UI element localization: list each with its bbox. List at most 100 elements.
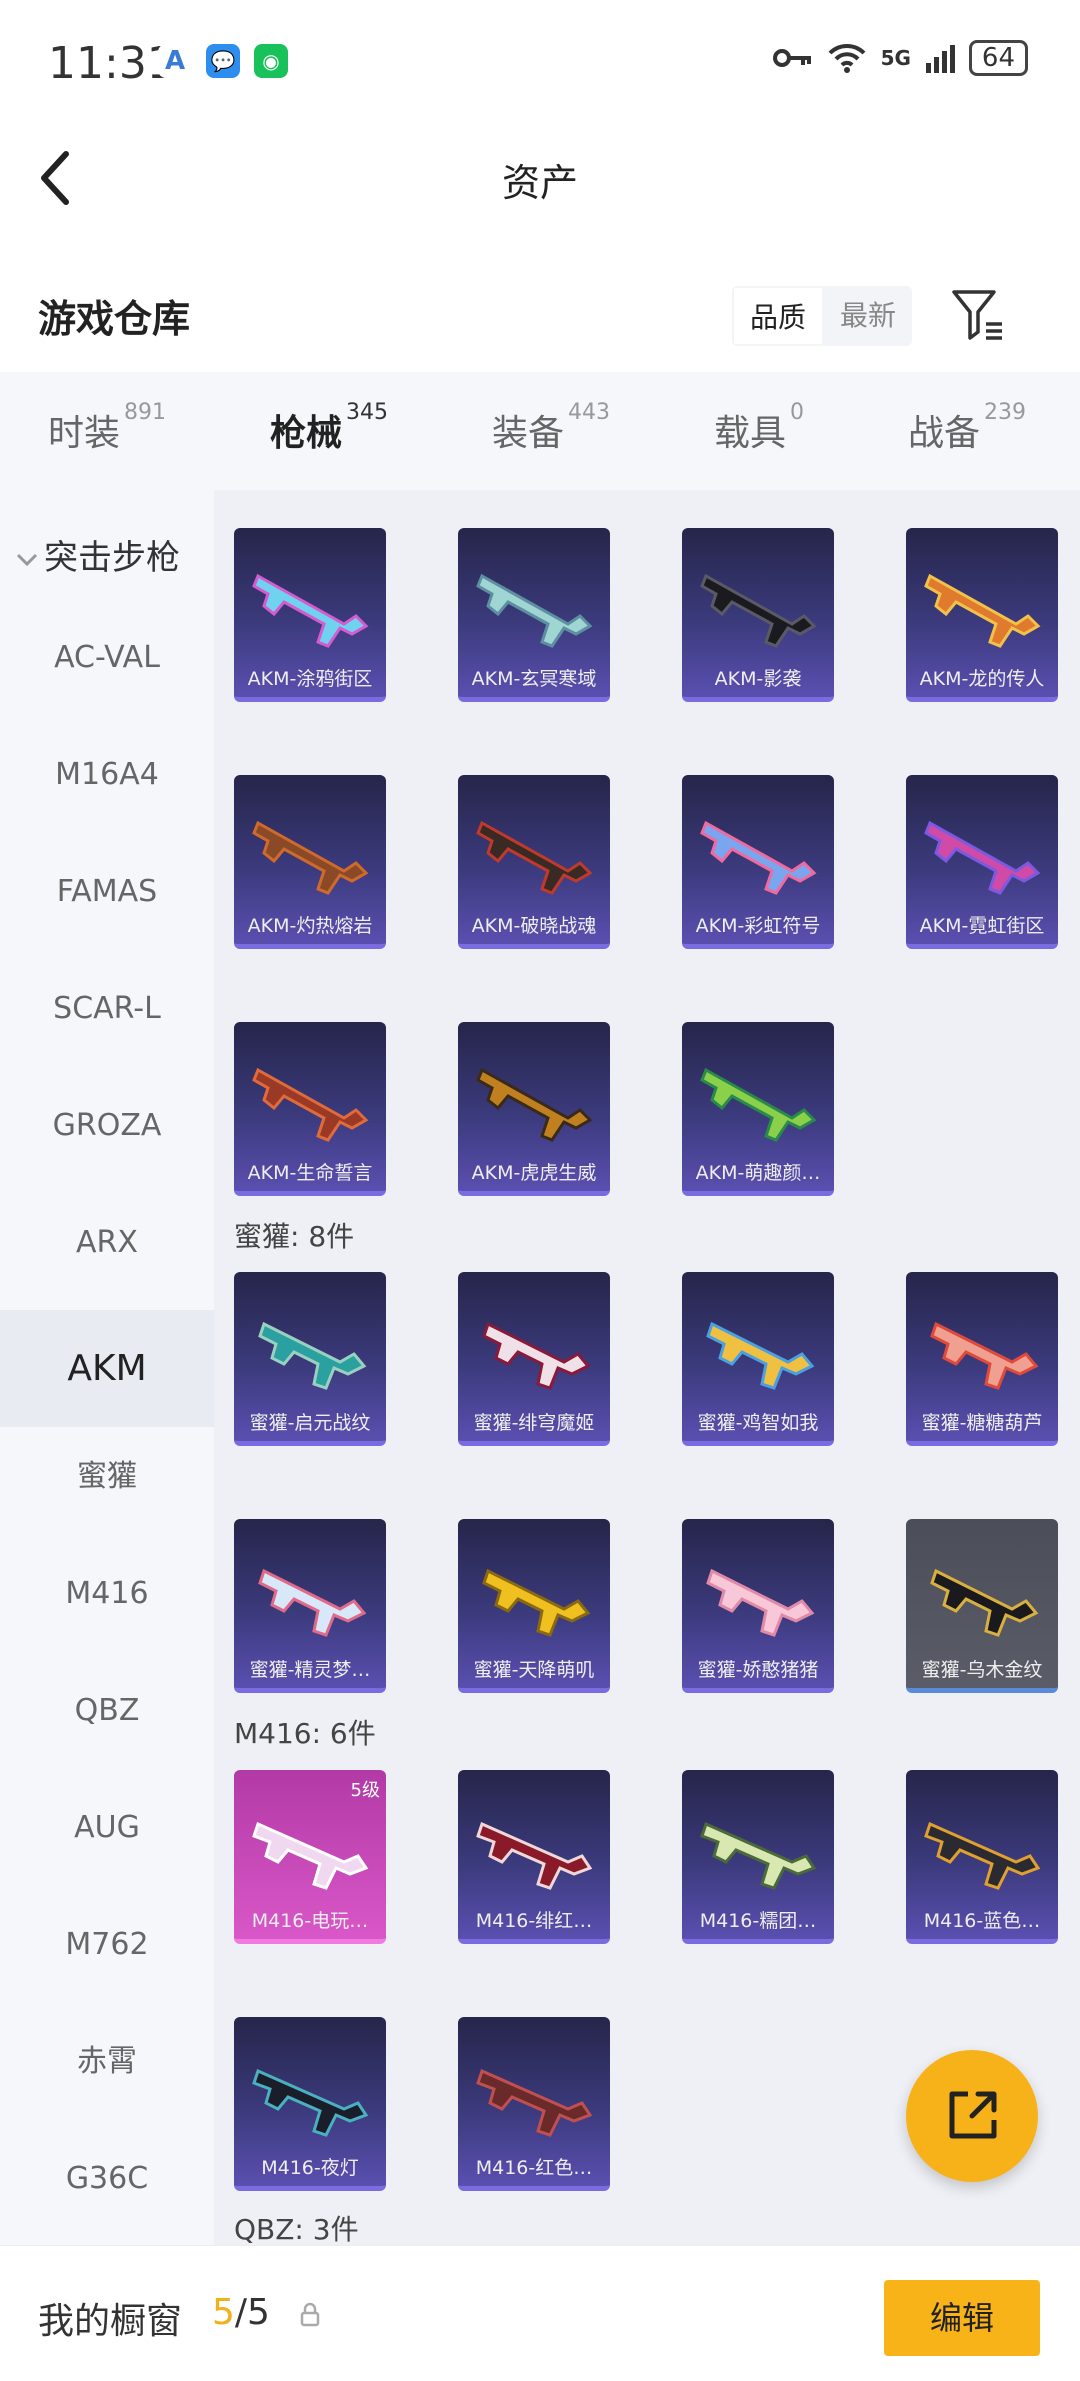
share-icon (949, 2091, 997, 2139)
skin-card[interactable]: 5级 M416-电玩… (234, 1770, 386, 1944)
rifle-icon (924, 820, 1041, 895)
lock-icon (300, 2302, 320, 2327)
skin-card[interactable]: AKM-萌趣颜… (682, 1022, 834, 1196)
skin-card[interactable]: 蜜獾-糖糖葫芦 (906, 1272, 1058, 1446)
app-a-icon: A (158, 44, 192, 78)
skin-card[interactable]: AKM-玄冥寒域 (458, 528, 610, 702)
rifle-icon (476, 820, 593, 895)
skin-name: AKM-灼热熔岩 (247, 915, 373, 937)
sidebar-item-chixiao[interactable]: 赤霄 (0, 2032, 214, 2092)
skin-name: 蜜獾-糖糖葫芦 (921, 1412, 1043, 1434)
rifle-icon (706, 1321, 815, 1390)
skin-card[interactable]: 蜜獾-精灵梦… (234, 1519, 386, 1693)
sort-quality-button[interactable]: 品质 (732, 286, 825, 346)
skin-card[interactable]: AKM-涂鸦街区 (234, 528, 386, 702)
rifle-icon (252, 573, 369, 648)
tab-equipment[interactable]: 装备443 (492, 400, 610, 456)
rifle-icon (476, 1067, 593, 1142)
chevron-down-icon (16, 553, 38, 566)
sidebar-item-famas[interactable]: FAMAS (0, 862, 214, 922)
rifle-icon (924, 1821, 1041, 1890)
edit-button[interactable]: 编辑 (884, 2280, 1040, 2356)
skin-name: 蜜獾-天降萌叽 (473, 1659, 595, 1681)
rifle-icon (700, 820, 817, 895)
skin-card[interactable]: AKM-灼热熔岩 (234, 775, 386, 949)
skin-card[interactable]: 蜜獾-绯穹魔姬 (458, 1272, 610, 1446)
weapon-sidebar: 突击步枪 AC-VAL M16A4 FAMAS SCAR-L GROZA ARX… (0, 490, 214, 2245)
app-header: 资产 (0, 120, 1080, 230)
skin-name: AKM-彩虹符号 (695, 915, 821, 937)
skin-card[interactable]: 蜜獾-鸡智如我 (682, 1272, 834, 1446)
tab-label: 装备 (492, 413, 565, 454)
skin-card[interactable]: 蜜獾-娇憨猪猪 (682, 1519, 834, 1693)
sort-latest-button[interactable]: 最新 (824, 286, 912, 346)
wechat-icon: ◉ (254, 44, 288, 78)
sidebar-item-qbz[interactable]: QBZ (0, 1681, 214, 1741)
skin-card[interactable]: AKM-影袭 (682, 528, 834, 702)
skin-card[interactable]: AKM-彩虹符号 (682, 775, 834, 949)
skin-name: 蜜獾-鸡智如我 (697, 1412, 819, 1434)
group-header-honey-badger: 蜜獾: 8件 (234, 1220, 355, 1253)
skin-name: M416-糯团… (699, 1910, 817, 1932)
rifle-icon (706, 1568, 815, 1637)
skin-card[interactable]: AKM-破晓战魂 (458, 775, 610, 949)
sort-toggle: 品质 最新 (732, 286, 913, 346)
sidebar-item-honey-badger[interactable]: 蜜獾 (0, 1447, 214, 1507)
skin-card[interactable]: AKM-霓虹街区 (906, 775, 1058, 949)
showcase-count-total: /5 (234, 2292, 270, 2333)
skin-card[interactable]: M416-糯团… (682, 1770, 834, 1944)
tab-count: 0 (790, 400, 805, 425)
signal-icon (925, 45, 955, 73)
rifle-icon (252, 1067, 369, 1142)
showcase-label: 我的橱窗 (38, 2301, 183, 2342)
tab-fashion[interactable]: 时装891 (48, 400, 166, 456)
sidebar-item-arx[interactable]: ARX (0, 1213, 214, 1273)
sidebar-item-akm[interactable]: AKM (0, 1310, 214, 1427)
skin-name: M416-电玩… (251, 1910, 369, 1932)
showcase-bar: 我的橱窗 5/5 编辑 (0, 2245, 1080, 2381)
rifle-icon (482, 1568, 591, 1637)
page-title: 资产 (501, 161, 578, 205)
skin-card[interactable]: AKM-生命誓言 (234, 1022, 386, 1196)
rifle-icon (700, 573, 817, 648)
sidebar-item-m762[interactable]: M762 (0, 1915, 214, 1975)
key-icon (772, 49, 811, 67)
sidebar-item-ac-val[interactable]: AC-VAL (0, 628, 214, 688)
status-bar: 11:31 A 💬 ◉ 5G 64 (0, 0, 1080, 120)
skin-card[interactable]: M416-夜灯 (234, 2017, 386, 2191)
sidebar-item-g36c[interactable]: G36C (0, 2149, 214, 2209)
skin-name: AKM-萌趣颜… (695, 1162, 821, 1184)
skin-name: AKM-玄冥寒域 (471, 668, 597, 690)
skin-name: AKM-龙的传人 (919, 668, 1045, 690)
skin-card[interactable]: M416-蓝色… (906, 1770, 1058, 1944)
showcase-count-current: 5 (212, 2292, 235, 2333)
skin-card[interactable]: M416-红色… (458, 2017, 610, 2191)
skin-card[interactable]: M416-绯红… (458, 1770, 610, 1944)
rifle-icon (924, 573, 1041, 648)
tab-supplies[interactable]: 战备239 (908, 400, 1026, 456)
skin-name: 蜜獾-绯穹魔姬 (473, 1412, 595, 1434)
rifle-icon (930, 1568, 1039, 1637)
skin-card[interactable]: AKM-龙的传人 (906, 528, 1058, 702)
tab-firearms[interactable]: 枪械345 (270, 400, 388, 501)
skin-name: M416-蓝色… (923, 1910, 1041, 1932)
skin-card[interactable]: 蜜獾-天降萌叽 (458, 1519, 610, 1693)
skin-name: 蜜獾-精灵梦… (249, 1659, 371, 1681)
sidebar-item-aug[interactable]: AUG (0, 1798, 214, 1858)
sidebar-category-assault-rifle[interactable]: 突击步枪 (0, 530, 214, 579)
skin-card[interactable]: AKM-虎虎生威 (458, 1022, 610, 1196)
tab-vehicles[interactable]: 载具0 (714, 400, 804, 456)
sidebar-item-m416[interactable]: M416 (0, 1564, 214, 1624)
skin-name: M416-夜灯 (261, 2157, 359, 2179)
skin-grid: AKM-涂鸦街区 AKM-玄冥寒域 AKM-影袭 AKM-龙的传人 AKM-灼热… (214, 490, 1080, 2245)
share-button[interactable] (906, 2050, 1038, 2182)
sidebar-item-scar-l[interactable]: SCAR-L (0, 979, 214, 1039)
sidebar-item-m16a4[interactable]: M16A4 (0, 745, 214, 805)
filter-icon[interactable] (950, 286, 1006, 342)
skin-card[interactable]: 蜜獾-乌木金纹 (906, 1519, 1058, 1693)
skin-name: M416-红色… (475, 2157, 593, 2179)
rifle-icon (700, 1821, 817, 1890)
rifle-icon (482, 1321, 591, 1390)
sidebar-item-groza[interactable]: GROZA (0, 1096, 214, 1156)
skin-card[interactable]: 蜜獾-启元战纹 (234, 1272, 386, 1446)
